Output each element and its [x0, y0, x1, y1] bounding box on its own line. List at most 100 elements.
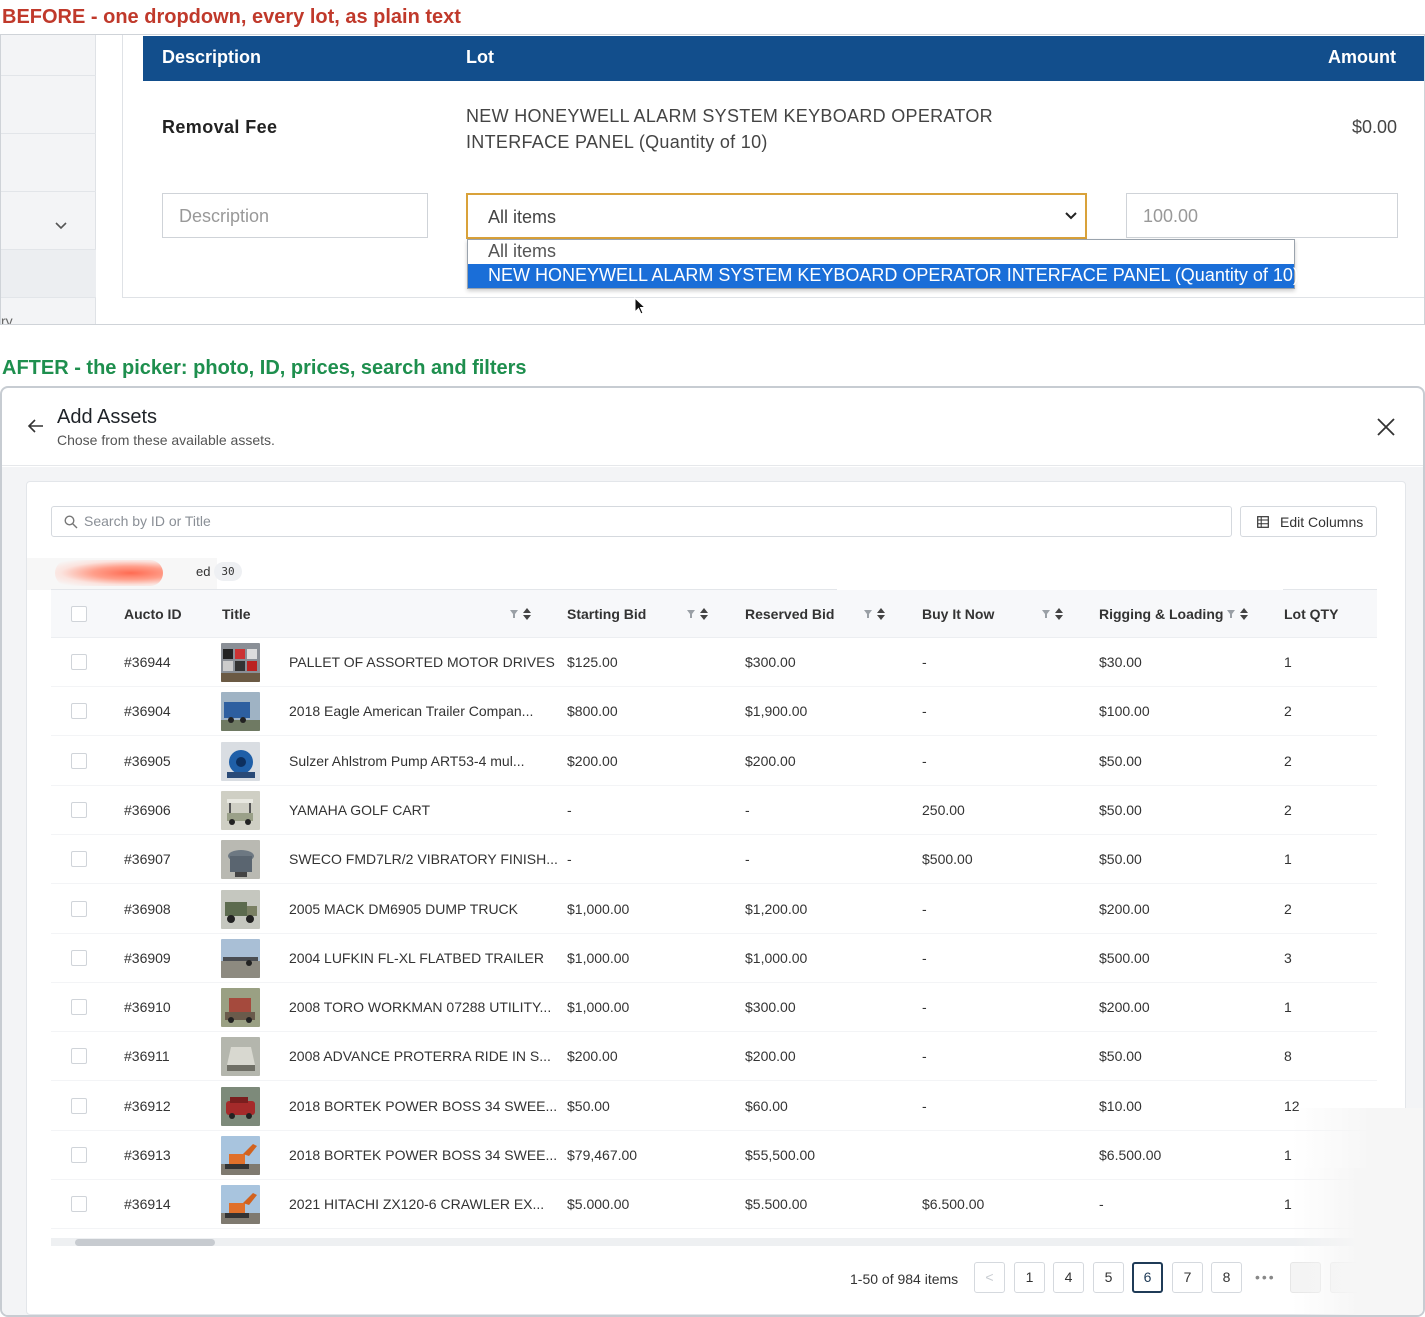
sidebar-row — [1, 134, 96, 192]
table-header: Description Lot Amount — [143, 36, 1424, 81]
asset-id: #36912 — [124, 1097, 171, 1114]
rigging-loading: $50.00 — [1099, 801, 1142, 818]
column-header-lot-qty[interactable]: Lot QTY — [1284, 606, 1338, 622]
sidebar-row — [1, 250, 96, 298]
row-checkbox[interactable] — [71, 949, 87, 966]
reserved-bid: $60.00 — [745, 1097, 788, 1114]
row-checkbox[interactable] — [71, 801, 87, 818]
asset-thumbnail — [221, 1136, 260, 1175]
column-header-starting-bid[interactable]: Starting Bid — [567, 606, 646, 622]
asset-thumbnail — [221, 643, 260, 682]
lot-select[interactable]: All items — [466, 193, 1087, 239]
row-checkbox[interactable] — [71, 654, 87, 670]
mouse-pointer-icon — [634, 297, 646, 315]
column-header-title[interactable]: Title — [222, 606, 251, 622]
close-icon[interactable] — [1376, 417, 1396, 437]
arrow-left-icon[interactable] — [26, 416, 46, 436]
chevron-down-icon[interactable] — [55, 217, 67, 233]
column-header-id[interactable]: Aucto ID — [124, 606, 182, 622]
amount-input[interactable]: 100.00 — [1126, 193, 1398, 238]
lot-qty: 8 — [1284, 1048, 1292, 1065]
after-caption: AFTER - the picker: photo, ID, prices, s… — [2, 357, 527, 379]
select-all-checkbox[interactable] — [71, 606, 87, 622]
row-checkbox[interactable] — [71, 999, 87, 1016]
filter-sort-icon[interactable] — [1226, 607, 1252, 621]
scrollbar-thumb[interactable] — [75, 1239, 215, 1246]
asset-title[interactable]: 2004 LUFKIN FL-XL FLATBED TRAILER — [289, 950, 544, 966]
pagination-info: 1-50 of 984 items — [850, 1271, 959, 1287]
table-row[interactable]: #36908 2005 MACK DM6905 DUMP TRUCK $1,000.… — [51, 885, 1377, 934]
reserved-bid: $5.500.00 — [745, 1196, 808, 1213]
page-button[interactable]: 5 — [1093, 1262, 1124, 1293]
pagination-ellipsis[interactable]: ••• — [1255, 1269, 1276, 1285]
table-row[interactable]: #36910 2008 TORO WORKMAN 07288 UTILITY...… — [51, 983, 1377, 1033]
row-checkbox[interactable] — [71, 1196, 87, 1213]
asset-title[interactable]: 2008 TORO WORKMAN 07288 UTILITY... — [289, 999, 551, 1015]
row-checkbox[interactable] — [71, 1048, 87, 1065]
page-button[interactable]: 1 — [1014, 1262, 1045, 1293]
asset-thumbnail — [221, 1185, 260, 1225]
row-checkbox[interactable] — [71, 752, 87, 769]
filter-sort-icon[interactable] — [686, 607, 712, 621]
buy-it-now: - — [922, 1097, 927, 1114]
filter-sort-icon[interactable] — [863, 607, 889, 621]
rigging-loading: $50.00 — [1099, 851, 1142, 868]
row-checkbox[interactable] — [71, 1147, 87, 1163]
row-checkbox[interactable] — [71, 851, 87, 868]
page-button-current[interactable]: 6 — [1132, 1262, 1163, 1293]
table-row[interactable]: #36913 2018 BORTEK POWER BOSS 34 SWEE... $… — [51, 1131, 1377, 1180]
filter-sort-icon[interactable] — [509, 607, 535, 621]
dropdown-option[interactable]: All items — [468, 240, 1294, 264]
asset-thumbnail — [221, 988, 260, 1028]
asset-title[interactable]: YAMAHA GOLF CART — [289, 802, 430, 818]
prev-page-button[interactable]: < — [974, 1262, 1005, 1293]
starting-bid: $1,000.00 — [567, 999, 630, 1016]
page-button[interactable]: 8 — [1211, 1262, 1242, 1293]
asset-title[interactable]: PALLET OF ASSORTED MOTOR DRIVES — [289, 654, 555, 670]
table-row[interactable]: #36909 2004 LUFKIN FL-XL FLATBED TRAILER $… — [51, 934, 1377, 983]
lot-qty: 1 — [1284, 999, 1292, 1016]
row-checkbox[interactable] — [71, 1097, 87, 1114]
asset-title[interactable]: 2018 Eagle American Trailer Compan... — [289, 703, 533, 719]
asset-title[interactable]: Sulzer Ahlstrom Pump ART53-4 mul... — [289, 753, 525, 769]
table-row[interactable]: #36944 PALLET OF ASSORTED MOTOR DRIVES $12… — [51, 638, 1377, 687]
row-checkbox[interactable] — [71, 703, 87, 720]
table-row[interactable]: #36906 YAMAHA GOLF CART - - 250.00 $50.00 2 — [51, 786, 1377, 835]
assets-card: Edit Columns ed 30 Aucto ID Title Starti… — [26, 481, 1406, 1315]
page-button[interactable]: 4 — [1053, 1262, 1084, 1293]
table-row[interactable]: #36907 SWECO FMD7LR/2 VIBRATORY FINISH...… — [51, 835, 1377, 885]
rigging-loading: $200.00 — [1099, 900, 1150, 917]
column-header-reserved-bid[interactable]: Reserved Bid — [745, 606, 834, 622]
table-row[interactable]: #36912 2018 BORTEK POWER BOSS 34 SWEE... $… — [51, 1082, 1377, 1131]
search-field[interactable] — [51, 506, 1232, 537]
asset-title[interactable]: 2018 BORTEK POWER BOSS 34 SWEE... — [289, 1147, 557, 1163]
page-button[interactable]: 7 — [1172, 1262, 1203, 1293]
description-input[interactable]: Description — [162, 193, 428, 238]
tab-label[interactable]: ed — [196, 564, 210, 579]
lot-dropdown-list: All items NEW HONEYWELL ALARM SYSTEM KEY… — [467, 239, 1299, 289]
buy-it-now: - — [922, 703, 927, 720]
dropdown-option-highlighted[interactable]: NEW HONEYWELL ALARM SYSTEM KEYBOARD OPER… — [468, 264, 1299, 288]
sidebar-row[interactable] — [1, 192, 96, 250]
column-header-buy-it-now[interactable]: Buy It Now — [922, 606, 994, 622]
search-input[interactable] — [84, 513, 1184, 529]
column-header-rigging-loading[interactable]: Rigging & Loading — [1099, 606, 1223, 622]
horizontal-scrollbar[interactable] — [51, 1238, 1377, 1246]
asset-title[interactable]: 2005 MACK DM6905 DUMP TRUCK — [289, 901, 518, 917]
table-row[interactable]: #36914 2021 HITACHI ZX120-6 CRAWLER EX...… — [51, 1180, 1377, 1230]
row-checkbox[interactable] — [71, 900, 87, 917]
asset-thumbnail — [221, 692, 260, 732]
table-row[interactable]: #36911 2008 ADVANCE PROTERRA RIDE IN S...… — [51, 1032, 1377, 1082]
table-row[interactable]: #36905 Sulzer Ahlstrom Pump ART53-4 mul..… — [51, 737, 1377, 786]
asset-title[interactable]: 2008 ADVANCE PROTERRA RIDE IN S... — [289, 1048, 551, 1064]
asset-title[interactable]: 2018 BORTEK POWER BOSS 34 SWEE... — [289, 1098, 557, 1114]
asset-title[interactable]: 2021 HITACHI ZX120-6 CRAWLER EX... — [289, 1196, 544, 1212]
table-row[interactable]: #36904 2018 Eagle American Trailer Compan… — [51, 687, 1377, 737]
buy-it-now: - — [922, 1048, 927, 1065]
edit-columns-button[interactable]: Edit Columns — [1240, 506, 1377, 537]
lot-qty: 2 — [1284, 752, 1292, 769]
blur-overlay — [1292, 1168, 1423, 1315]
filter-sort-icon[interactable] — [1041, 607, 1067, 621]
asset-thumbnail — [221, 889, 260, 929]
asset-title[interactable]: SWECO FMD7LR/2 VIBRATORY FINISH... — [289, 851, 558, 867]
